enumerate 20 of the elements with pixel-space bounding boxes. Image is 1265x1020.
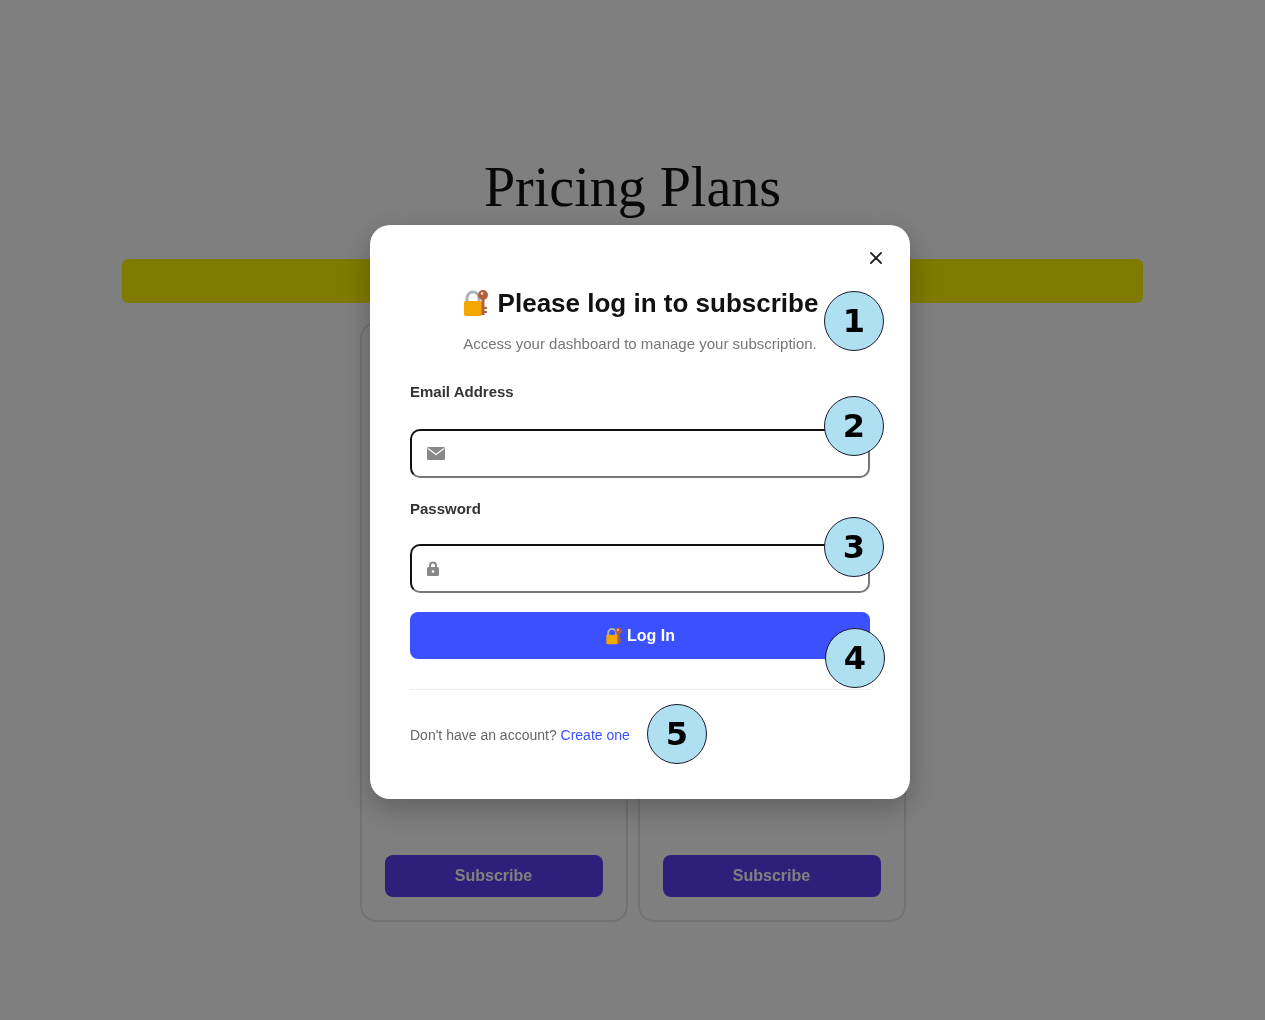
field-label: Email Address xyxy=(410,383,514,401)
page-title: Pricing Plans xyxy=(483,155,782,219)
mail-icon xyxy=(427,447,445,460)
dialog-subtitle: Access your dashboard to manage your subscription. xyxy=(462,334,818,354)
callout-number: 2 xyxy=(824,396,884,456)
close-icon xyxy=(870,252,882,264)
create-account-link[interactable]: Create one xyxy=(560,727,630,743)
field-label: Password xyxy=(410,500,481,518)
lock-with-key-icon xyxy=(461,289,490,317)
lock-icon xyxy=(427,561,439,576)
close-button[interactable] xyxy=(867,249,885,267)
callout-number: 3 xyxy=(824,517,884,577)
callout-number: 1 xyxy=(824,291,884,351)
subscribe-button[interactable]: Subscribe xyxy=(384,855,603,897)
dialog-title: Please log in to subscribe xyxy=(497,287,819,320)
subscribe-button[interactable]: Subscribe xyxy=(662,855,881,897)
signup-prompt: Don't have an account? Create one xyxy=(410,726,630,745)
callout-number: 5 xyxy=(647,704,707,764)
callout-number: 4 xyxy=(825,628,885,688)
lock-with-key-icon xyxy=(605,626,623,645)
